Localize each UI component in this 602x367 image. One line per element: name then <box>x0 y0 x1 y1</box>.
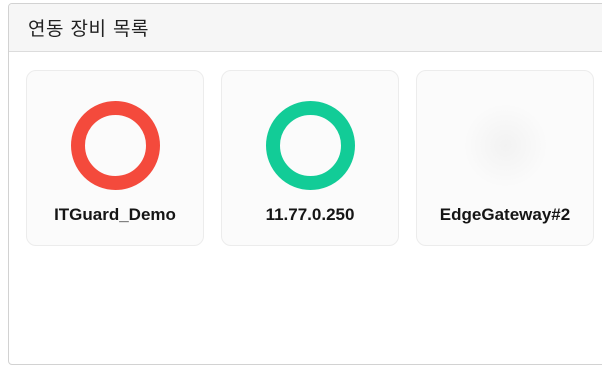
linked-devices-panel: 연동 장비 목록 ITGuard_Demo 11.77.0.250 EdgeGa… <box>8 3 602 365</box>
device-card[interactable]: ITGuard_Demo <box>26 70 204 246</box>
device-card[interactable]: EdgeGateway#2 <box>416 70 594 246</box>
panel-title: 연동 장비 목록 <box>28 18 149 40</box>
panel-header: 연동 장비 목록 <box>9 4 602 52</box>
device-card[interactable]: 11.77.0.250 <box>221 70 399 246</box>
status-ring-icon <box>461 101 550 190</box>
device-name: 11.77.0.250 <box>265 205 355 224</box>
status-ring-icon <box>71 101 160 190</box>
status-ring-icon <box>266 101 355 190</box>
device-name: EdgeGateway#2 <box>439 205 571 224</box>
device-name: ITGuard_Demo <box>54 205 176 224</box>
